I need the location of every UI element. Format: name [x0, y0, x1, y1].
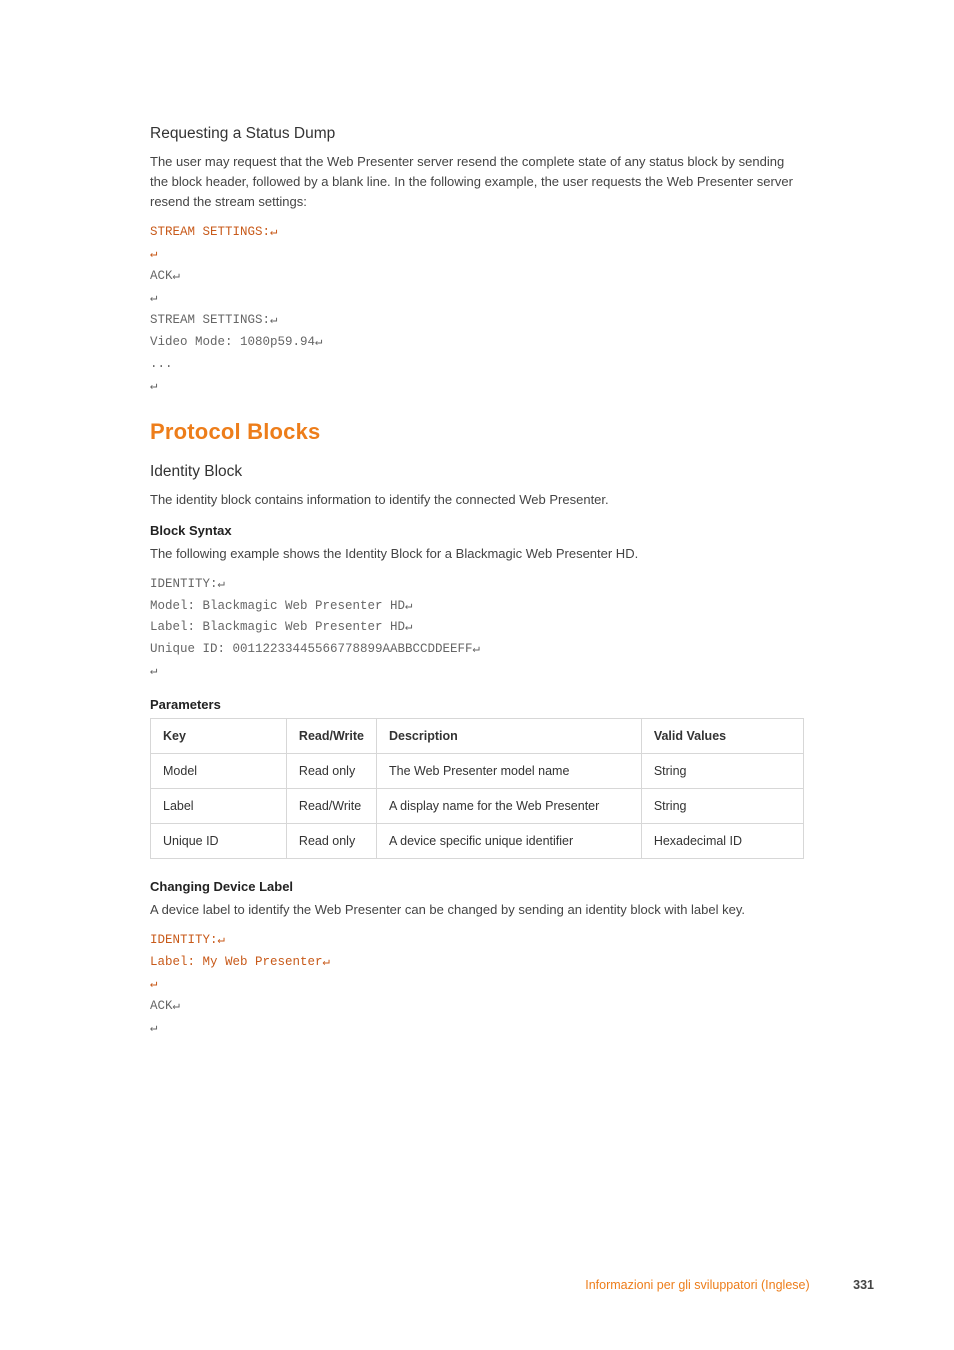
code-line-sent: ↵ [150, 977, 158, 991]
page: Requesting a Status Dump The user may re… [0, 0, 954, 1350]
td-key: Label [151, 789, 287, 824]
heading-identity-block: Identity Block [150, 463, 804, 481]
code-line-sent: STREAM SETTINGS:↵ [150, 225, 278, 239]
code-line: Video Mode: 1080p59.94↵ [150, 335, 323, 349]
heading-requesting-status-dump: Requesting a Status Dump [150, 125, 804, 143]
th-rw: Read/Write [286, 719, 376, 754]
body-text: A device label to identify the Web Prese… [150, 900, 804, 920]
td-key: Unique ID [151, 824, 287, 859]
code-line: ↵ [150, 1021, 158, 1035]
table-header-row: Key Read/Write Description Valid Values [151, 719, 804, 754]
table-row: Label Read/Write A display name for the … [151, 789, 804, 824]
td-valid: String [641, 789, 803, 824]
code-line: IDENTITY:↵ [150, 577, 225, 591]
td-desc: A display name for the Web Presenter [377, 789, 642, 824]
code-line-sent: IDENTITY:↵ [150, 933, 225, 947]
heading-block-syntax: Block Syntax [150, 523, 804, 538]
code-block-change-label: IDENTITY:↵ Label: My Web Presenter↵ ↵ AC… [150, 930, 804, 1039]
code-block-stream-settings: STREAM SETTINGS:↵ ↵ ACK↵ ↵ STREAM SETTIN… [150, 222, 804, 397]
td-rw: Read/Write [286, 789, 376, 824]
code-line: STREAM SETTINGS:↵ [150, 313, 278, 327]
td-key: Model [151, 754, 287, 789]
code-line: Model: Blackmagic Web Presenter HD↵ [150, 599, 413, 613]
heading-protocol-blocks: Protocol Blocks [150, 419, 804, 445]
table-row: Unique ID Read only A device specific un… [151, 824, 804, 859]
body-text: The following example shows the Identity… [150, 544, 804, 564]
td-desc: The Web Presenter model name [377, 754, 642, 789]
th-desc: Description [377, 719, 642, 754]
th-key: Key [151, 719, 287, 754]
code-line: ... [150, 357, 173, 371]
table-row: Model Read only The Web Presenter model … [151, 754, 804, 789]
code-line: Unique ID: 00112233445566778899AABBCCDDE… [150, 642, 480, 656]
td-valid: String [641, 754, 803, 789]
code-line: ↵ [150, 379, 158, 393]
parameters-table: Key Read/Write Description Valid Values … [150, 718, 804, 859]
heading-parameters: Parameters [150, 697, 804, 712]
body-text: The user may request that the Web Presen… [150, 152, 804, 212]
page-footer: Informazioni per gli sviluppatori (Ingle… [585, 1278, 874, 1292]
code-line: ↵ [150, 664, 158, 678]
td-valid: Hexadecimal ID [641, 824, 803, 859]
td-rw: Read only [286, 824, 376, 859]
code-line: ACK↵ [150, 269, 180, 283]
td-rw: Read only [286, 754, 376, 789]
th-valid: Valid Values [641, 719, 803, 754]
code-line: ACK↵ [150, 999, 180, 1013]
code-line-sent: Label: My Web Presenter↵ [150, 955, 330, 969]
code-line: Label: Blackmagic Web Presenter HD↵ [150, 620, 413, 634]
code-block-identity: IDENTITY:↵ Model: Blackmagic Web Present… [150, 574, 804, 683]
body-text: The identity block contains information … [150, 490, 804, 510]
code-line: ↵ [150, 291, 158, 305]
td-desc: A device specific unique identifier [377, 824, 642, 859]
footer-page-number: 331 [853, 1278, 874, 1292]
footer-section-label: Informazioni per gli sviluppatori (Ingle… [585, 1278, 809, 1292]
heading-changing-device-label: Changing Device Label [150, 879, 804, 894]
code-line-sent: ↵ [150, 247, 158, 261]
